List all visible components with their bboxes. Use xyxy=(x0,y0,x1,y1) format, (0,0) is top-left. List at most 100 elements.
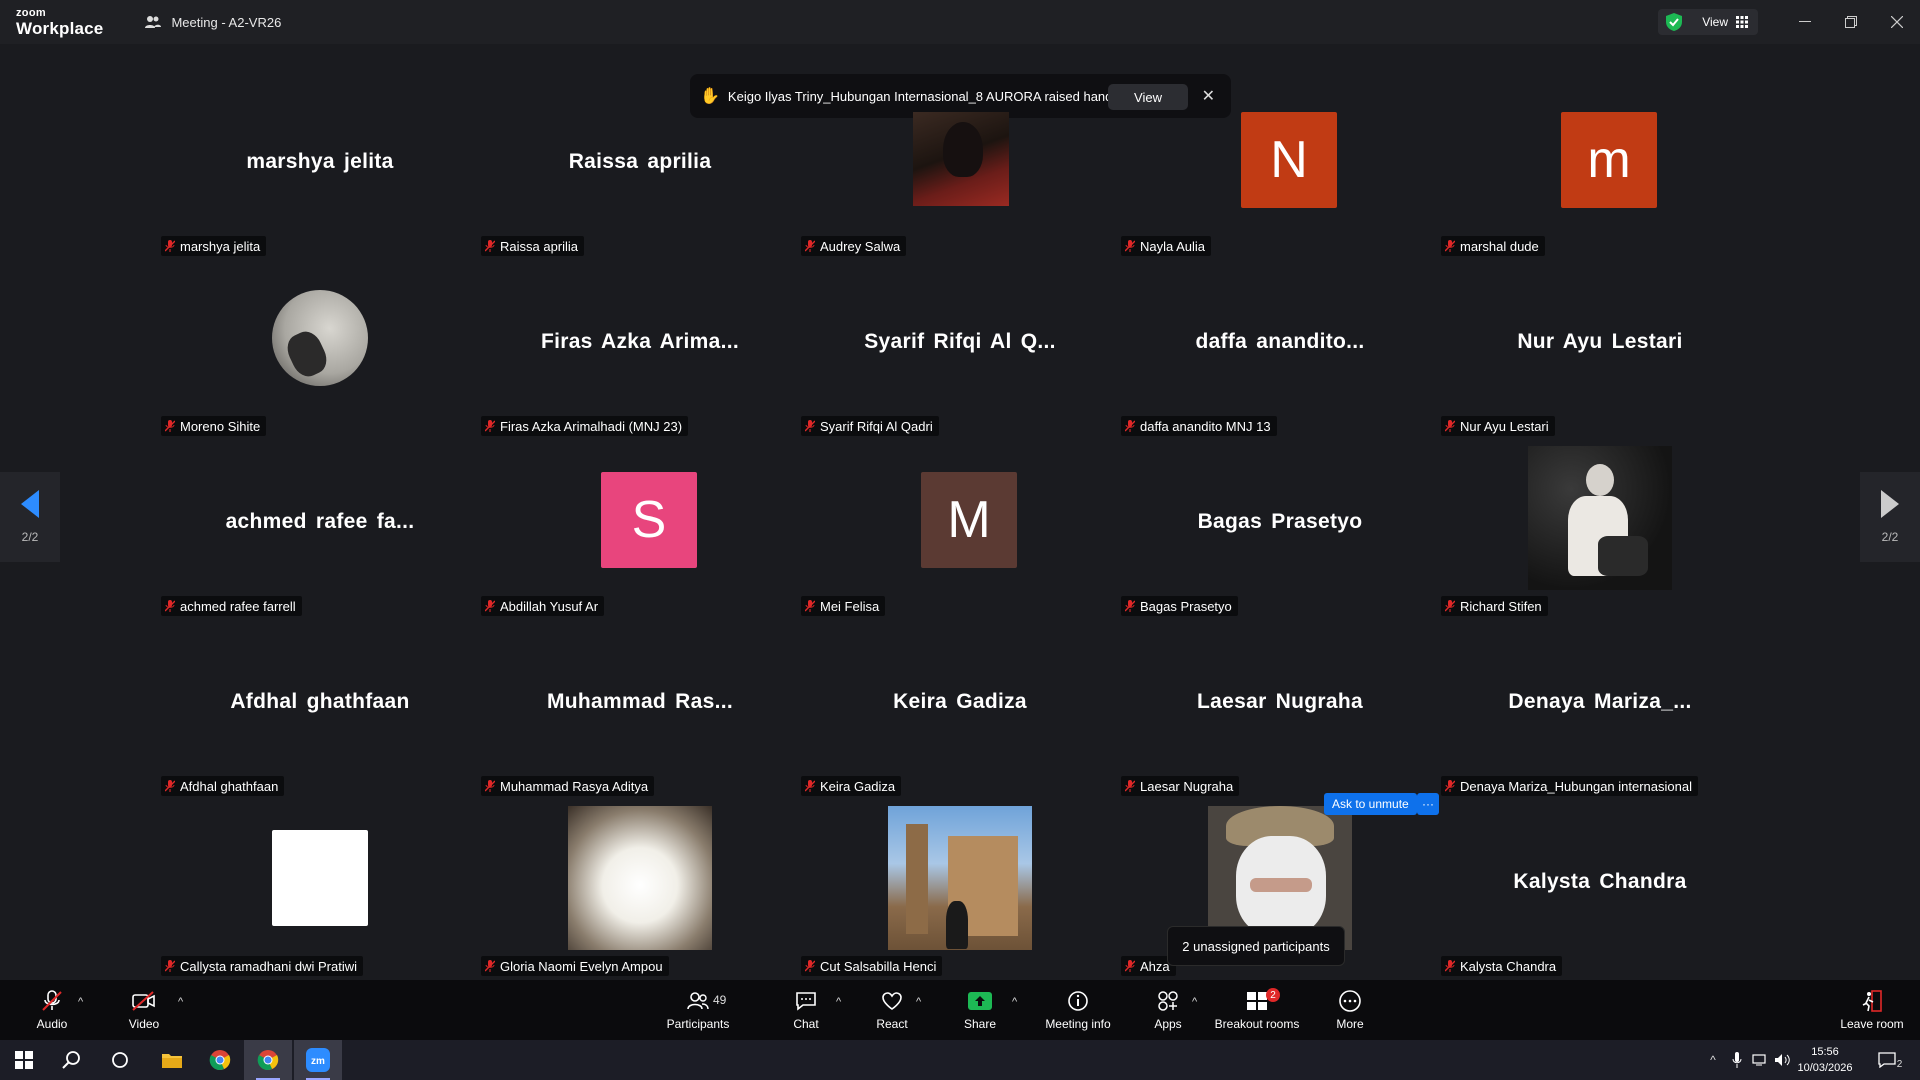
muted-mic-icon xyxy=(1125,600,1135,612)
chat-button[interactable]: Chat xyxy=(788,980,824,1040)
participant-more-button[interactable]: ··· xyxy=(1417,793,1439,815)
participant-tile[interactable]: daffa anandito... daffa anandito MNJ 13 xyxy=(1120,252,1440,436)
search-button[interactable] xyxy=(48,1040,96,1080)
view-label: View xyxy=(1702,15,1728,29)
participant-tile[interactable]: Kalysta Chandra Kalysta Chandra xyxy=(1440,792,1760,976)
participant-tile[interactable]: Denaya Mariza_... Denaya Mariza_Hubungan… xyxy=(1440,612,1760,796)
more-button[interactable]: More xyxy=(1330,980,1370,1040)
volume-tray-icon[interactable] xyxy=(1772,1040,1792,1080)
zoom-taskbar-button[interactable]: zm xyxy=(294,1040,342,1080)
participant-tile[interactable]: S Abdillah Yusuf Ar xyxy=(480,432,800,616)
audio-options-chevron-icon[interactable]: ^ xyxy=(78,996,83,1008)
react-options-chevron-icon[interactable]: ^ xyxy=(916,996,921,1008)
participants-icon xyxy=(687,992,709,1010)
meeting-title-text: Meeting - A2-VR26 xyxy=(171,14,282,30)
participant-tile[interactable]: Firas Azka Arima... Firas Azka Arimalhad… xyxy=(480,252,800,436)
previous-page-button[interactable]: 2/2 xyxy=(0,472,60,562)
participant-tile[interactable]: Syarif Rifqi Al Q... Syarif Rifqi Al Qad… xyxy=(800,252,1120,436)
chat-options-chevron-icon[interactable]: ^ xyxy=(836,996,841,1008)
cortana-button[interactable] xyxy=(96,1040,144,1080)
chrome-icon xyxy=(257,1050,279,1070)
meeting-info-label: Meeting info xyxy=(1045,1017,1111,1031)
participant-tile[interactable]: Afdhal ghathfaan Afdhal ghathfaan xyxy=(160,612,480,796)
participant-tile[interactable]: Richard Stifen xyxy=(1440,432,1760,616)
system-clock[interactable]: 15:56 10/03/2026 xyxy=(1790,1044,1860,1076)
muted-mic-icon xyxy=(485,960,495,972)
chrome-button[interactable] xyxy=(196,1040,244,1080)
participant-display-name: daffa anandito... xyxy=(1195,330,1365,353)
participant-tile[interactable]: Moreno Sihite xyxy=(160,252,480,436)
view-button[interactable]: View xyxy=(1658,9,1758,35)
name-text: Ahza xyxy=(1140,958,1170,974)
grid-view-icon xyxy=(1736,16,1748,28)
minimize-button[interactable] xyxy=(1782,0,1828,44)
video-options-chevron-icon[interactable]: ^ xyxy=(178,996,183,1008)
svg-text:zm: zm xyxy=(311,1056,325,1067)
participant-tile[interactable]: Bagas Prasetyo Bagas Prasetyo xyxy=(1120,432,1440,616)
breakout-rooms-button[interactable]: Breakout rooms xyxy=(1214,980,1300,1040)
mic-muted-icon xyxy=(42,990,62,1011)
chrome-profile-button[interactable] xyxy=(244,1040,292,1080)
leave-room-button[interactable]: Leave room xyxy=(1836,980,1908,1040)
participant-tile[interactable]: marshya jelita marshya jelita xyxy=(160,72,480,256)
close-window-button[interactable] xyxy=(1874,0,1920,44)
next-page-button[interactable]: 2/2 xyxy=(1860,472,1920,562)
network-icon xyxy=(1752,1054,1766,1066)
meeting-info-button[interactable]: Meeting info xyxy=(1040,980,1116,1040)
participant-tile[interactable]: Callysta ramadhani dwi Pratiwi xyxy=(160,792,480,976)
apps-options-chevron-icon[interactable]: ^ xyxy=(1192,996,1197,1008)
participant-display-name: Keira Gadiza xyxy=(893,690,1027,713)
apps-icon xyxy=(1158,991,1178,1011)
audio-button[interactable]: Audio xyxy=(30,980,74,1040)
restore-button[interactable] xyxy=(1828,0,1874,44)
participant-photo xyxy=(888,806,1032,950)
participants-group-icon xyxy=(145,16,162,28)
show-hidden-icons-chevron-icon[interactable]: ^ xyxy=(1700,1040,1726,1080)
participant-tile[interactable]: M Mei Felisa xyxy=(800,432,1120,616)
action-center-button[interactable]: 2 xyxy=(1870,1040,1910,1080)
participants-button[interactable]: Participants xyxy=(660,980,736,1040)
participant-display-name: marshya jelita xyxy=(246,150,394,173)
ask-to-unmute-button[interactable]: Ask to unmute xyxy=(1324,793,1417,815)
info-icon xyxy=(1068,991,1088,1011)
participant-tile[interactable]: Keira Gadiza Keira Gadiza xyxy=(800,612,1120,796)
clock-date: 10/03/2026 xyxy=(1797,1062,1853,1074)
participant-tile[interactable]: N Nayla Aulia xyxy=(1120,72,1440,256)
muted-mic-icon xyxy=(485,600,495,612)
network-tray-icon[interactable] xyxy=(1748,1040,1772,1080)
participant-tile[interactable]: Cut Salsabilla Henci xyxy=(800,792,1120,976)
participant-tile[interactable]: achmed rafee fa... achmed rafee farrell xyxy=(160,432,480,616)
participant-tile[interactable]: Gloria Naomi Evelyn Ampou xyxy=(480,792,800,976)
leave-room-label: Leave room xyxy=(1840,1017,1904,1031)
participant-photo xyxy=(272,830,368,926)
notification-count: 2 xyxy=(1896,1058,1903,1070)
close-icon xyxy=(1891,16,1903,28)
participant-display-name: Kalysta Chandra xyxy=(1513,870,1687,893)
participant-tile[interactable]: Raissa aprilia Raissa aprilia xyxy=(480,72,800,256)
participant-display-name: Denaya Mariza_... xyxy=(1508,690,1692,713)
name-text: Kalysta Chandra xyxy=(1460,958,1557,974)
notification-icon xyxy=(1878,1052,1896,1068)
muted-mic-icon xyxy=(1125,960,1135,972)
participant-display-name: Raissa aprilia xyxy=(568,150,712,173)
participant-tile[interactable]: Laesar Nugraha Laesar Nugraha xyxy=(1120,612,1440,796)
participant-tile[interactable]: Muhammad Ras... Muhammad Rasya Aditya xyxy=(480,612,800,796)
participant-tile[interactable]: Nur Ayu Lestari Nur Ayu Lestari xyxy=(1440,252,1760,436)
share-options-chevron-icon[interactable]: ^ xyxy=(1012,996,1017,1008)
muted-mic-icon xyxy=(1125,240,1135,252)
windows-start-button[interactable] xyxy=(0,1040,48,1080)
participant-tile[interactable]: Audrey Salwa xyxy=(800,72,1120,256)
apps-button[interactable]: Apps xyxy=(1148,980,1188,1040)
meeting-title: Meeting - A2-VR26 xyxy=(145,15,281,30)
participant-photo xyxy=(272,290,368,386)
participant-display-name: Syarif Rifqi Al Q... xyxy=(864,330,1056,353)
share-button[interactable]: Share xyxy=(960,980,1000,1040)
react-button[interactable]: React xyxy=(872,980,912,1040)
page-indicator-left: 2/2 xyxy=(21,530,39,544)
mic-tray-icon[interactable] xyxy=(1726,1040,1748,1080)
search-icon xyxy=(62,1051,80,1069)
muted-mic-icon xyxy=(805,240,815,252)
video-button[interactable]: Video xyxy=(122,980,166,1040)
participant-tile[interactable]: m marshal dude xyxy=(1440,72,1760,256)
file-explorer-button[interactable] xyxy=(148,1040,196,1080)
